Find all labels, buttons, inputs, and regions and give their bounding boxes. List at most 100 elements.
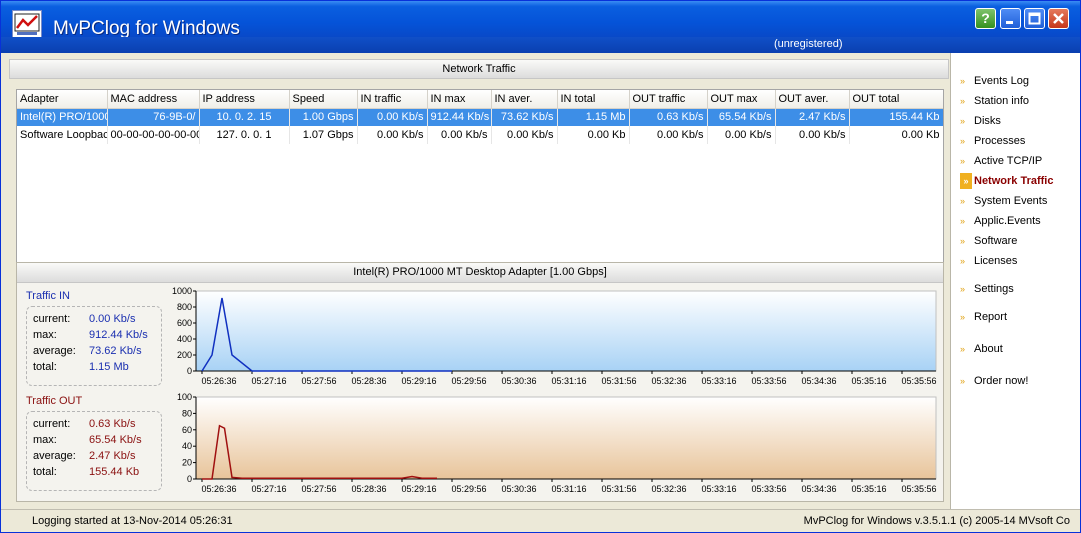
- sidebar-item-system-events[interactable]: » System Events: [960, 193, 1047, 209]
- plot-area: [195, 290, 937, 372]
- chevron-right-icon: »: [960, 256, 966, 266]
- sidebar-item-label: Report: [974, 311, 1008, 323]
- stat-label: max:: [33, 434, 57, 446]
- x-tick-label: 05:27:16: [251, 484, 286, 494]
- app-window: MvPClog for Windows ? (unregistered) Net…: [0, 0, 1081, 533]
- sidebar-item-software[interactable]: » Software: [960, 233, 1017, 249]
- sidebar-item-active-tcp-ip[interactable]: » Active TCP/IP: [960, 153, 1042, 169]
- table-cell: Software Loopbac: [17, 126, 108, 144]
- table-cell: 0.00 Kb: [849, 126, 943, 144]
- x-tick-label: 05:35:16: [851, 484, 886, 494]
- chevron-right-icon: »: [960, 156, 966, 166]
- table-cell: 0.00 Kb/s: [775, 126, 850, 144]
- title-bar[interactable]: MvPClog for Windows ?: [1, 1, 1080, 39]
- column-header[interactable]: OUT total: [849, 90, 943, 109]
- x-tick-label: 05:29:16: [401, 376, 436, 386]
- y-tick-label: 20: [182, 458, 192, 468]
- column-header[interactable]: OUT traffic: [629, 90, 708, 109]
- x-tick-label: 05:30:36: [501, 376, 536, 386]
- traffic-in-chart: 0 200 400 600 800 1000 05:26:36 05:27:16 05:27:5…: [172, 286, 937, 386]
- table-cell: 0.00 Kb/s: [357, 108, 428, 126]
- column-header[interactable]: IN total: [557, 90, 630, 109]
- sidebar-item-station-info[interactable]: » Station info: [960, 93, 1029, 109]
- registration-status: (unregistered): [774, 38, 843, 50]
- sidebar-item-label: Network Traffic: [974, 175, 1054, 187]
- maximize-button[interactable]: [1024, 8, 1045, 29]
- y-tick-label: 80: [182, 408, 192, 418]
- y-tick-label: 600: [177, 318, 192, 328]
- stat-label: max:: [33, 329, 57, 341]
- stat-label: total:: [33, 466, 57, 478]
- table-cell: Intel(R) PRO/1000: [17, 108, 108, 126]
- traffic-out-max: 65.54 Kb/s: [89, 434, 142, 446]
- x-tick-label: 05:32:36: [651, 376, 686, 386]
- plot-area: [195, 396, 937, 480]
- adapter-chart-panel: Intel(R) PRO/1000 MT Desktop Adapter [1.…: [16, 262, 944, 502]
- column-header[interactable]: OUT max: [707, 90, 776, 109]
- sidebar-item-licenses[interactable]: » Licenses: [960, 253, 1017, 269]
- table-cell: 912.44 Kb/s: [427, 108, 492, 126]
- column-header[interactable]: IN traffic: [357, 90, 428, 109]
- traffic-out-current: 0.63 Kb/s: [89, 418, 136, 430]
- sidebar-item-order-now[interactable]: » Order now!: [960, 373, 1028, 389]
- y-tick-label: 1000: [172, 286, 192, 296]
- table-cell: 155.44 Kb: [849, 108, 943, 126]
- chevron-right-icon: »: [960, 116, 966, 126]
- sidebar-item-label: Applic.Events: [974, 215, 1041, 227]
- column-header[interactable]: IN aver.: [491, 90, 558, 109]
- chevron-right-icon: »: [960, 284, 966, 294]
- sidebar-item-report[interactable]: » Report: [960, 309, 1007, 325]
- x-tick-label: 05:26:36: [201, 484, 236, 494]
- y-tick-label: 0: [187, 474, 192, 484]
- x-tick-label: 05:31:56: [601, 376, 636, 386]
- column-header[interactable]: IP address: [199, 90, 290, 109]
- x-tick-label: 05:35:56: [901, 484, 936, 494]
- column-header[interactable]: Adapter: [17, 90, 108, 109]
- y-tick-label: 0: [187, 366, 192, 376]
- close-button[interactable]: [1048, 8, 1069, 29]
- x-tick-label: 05:28:36: [351, 376, 386, 386]
- stat-label: average:: [33, 345, 76, 357]
- x-tick-label: 05:29:16: [401, 484, 436, 494]
- x-tick-label: 05:31:56: [601, 484, 636, 494]
- sidebar-item-label: Order now!: [974, 375, 1029, 387]
- column-header[interactable]: MAC address: [107, 90, 200, 109]
- table-cell: 0.63 Kb/s: [629, 108, 708, 126]
- sidebar-item-events-log[interactable]: » Events Log: [960, 73, 1029, 89]
- table-row[interactable]: Software Loopbac 00-00-00-00-00-00 127. …: [17, 126, 943, 144]
- y-tick-label: 40: [182, 441, 192, 451]
- sidebar-item-settings[interactable]: » Settings: [960, 281, 1014, 297]
- x-tick-label: 05:29:56: [451, 484, 486, 494]
- x-tick-label: 05:31:16: [551, 376, 586, 386]
- traffic-out-total: 155.44 Kb: [89, 466, 140, 478]
- column-header[interactable]: IN max: [427, 90, 492, 109]
- sidebar-item-disks[interactable]: » Disks: [960, 113, 1001, 129]
- sidebar-item-processes[interactable]: » Processes: [960, 133, 1025, 149]
- traffic-in-stats: Traffic IN current: 0.00 Kb/s max: 912.44 …: [26, 290, 162, 386]
- sidebar-item-label: Station info: [974, 95, 1030, 107]
- sidebar-item-label: Events Log: [974, 75, 1030, 87]
- chevron-right-icon: »: [960, 376, 966, 386]
- sidebar-item-label: Disks: [974, 115, 1001, 127]
- chevron-right-icon: »: [960, 96, 966, 106]
- main-content: Network Traffic Adapter MAC address IP a…: [1, 53, 951, 509]
- column-header[interactable]: Speed: [289, 90, 358, 109]
- table-row[interactable]: Intel(R) PRO/1000 76-9B-0/ 10. 0. 2. 15 …: [17, 108, 943, 126]
- traffic-out-title: Traffic OUT: [26, 395, 83, 407]
- x-tick-label: 05:34:36: [801, 376, 836, 386]
- chevron-right-icon: »: [960, 136, 966, 146]
- table-cell: 0.00 Kb/s: [427, 126, 492, 144]
- minimize-button[interactable]: [1000, 8, 1021, 29]
- sidebar-item-about[interactable]: » About: [960, 341, 1003, 357]
- registration-bar: (unregistered): [1, 37, 1080, 53]
- column-header[interactable]: OUT aver.: [775, 90, 850, 109]
- traffic-in-current: 0.00 Kb/s: [89, 313, 136, 325]
- sidebar-item-network-traffic[interactable]: » Network Traffic: [960, 173, 1053, 189]
- x-tick-label: 05:26:36: [201, 376, 236, 386]
- traffic-in-title: Traffic IN: [26, 290, 71, 302]
- table-cell: 2.47 Kb/s: [775, 108, 850, 126]
- x-tick-label: 05:27:56: [301, 484, 336, 494]
- help-button[interactable]: ?: [975, 8, 996, 29]
- sidebar-item-applic-events[interactable]: » Applic.Events: [960, 213, 1041, 229]
- y-tick-label: 100: [177, 392, 192, 402]
